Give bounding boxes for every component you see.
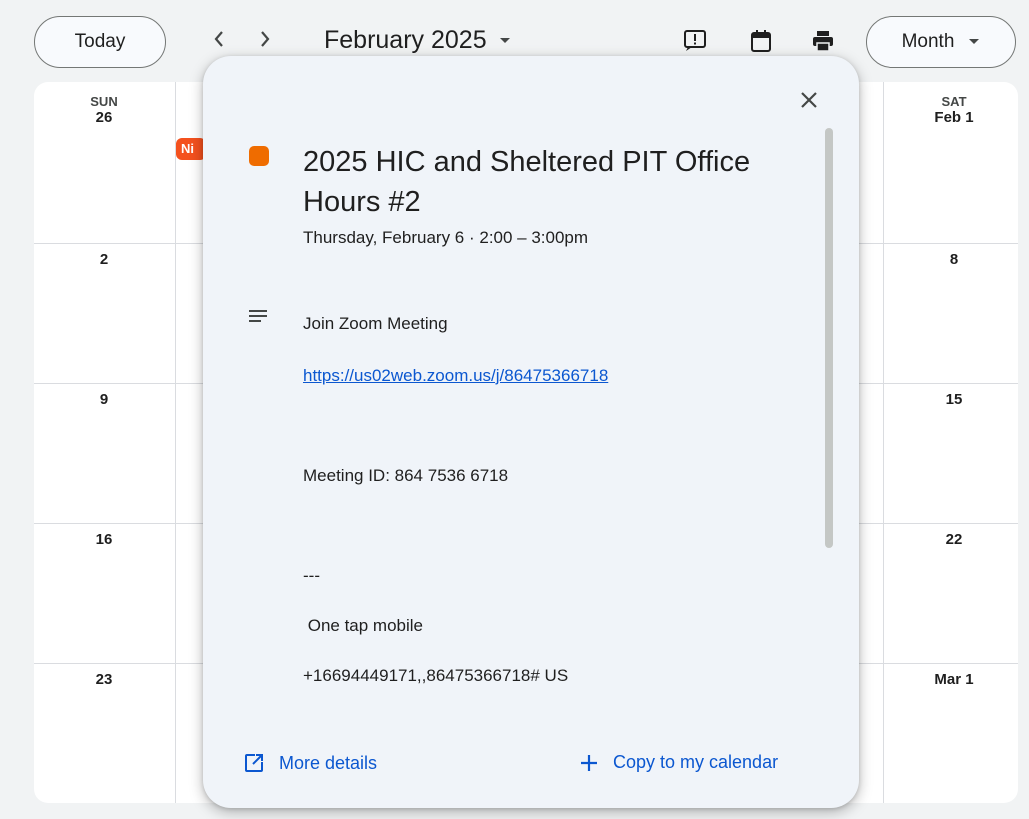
caret-down-icon — [969, 39, 980, 44]
phone-text: +16694449171,,86475366718# US — [303, 666, 569, 685]
month-title: February 2025 — [324, 26, 487, 54]
date-label[interactable]: 23 — [34, 671, 174, 688]
day-of-week-label: SUN — [90, 94, 118, 109]
date-label[interactable]: 2 — [34, 251, 174, 268]
date-label[interactable]: 16 — [34, 531, 174, 548]
calendar-icon[interactable] — [748, 28, 774, 54]
date-label[interactable]: 15 — [884, 391, 1018, 408]
day-header-saturday[interactable]: SAT Feb 1 — [884, 94, 1018, 126]
chevron-right-icon[interactable] — [258, 28, 272, 56]
close-icon[interactable] — [797, 88, 821, 112]
date-label: Feb 1 — [934, 109, 974, 126]
description-text: Join Zoom Meeting — [303, 314, 448, 333]
more-details-button[interactable]: More details — [243, 752, 377, 774]
more-details-label: More details — [279, 752, 378, 773]
date-label[interactable]: Mar 1 — [884, 671, 1018, 688]
event-chip[interactable]: Ni — [176, 138, 206, 160]
plus-icon — [581, 754, 597, 771]
feedback-icon[interactable] — [682, 28, 708, 54]
date-label: 26 — [95, 109, 113, 126]
zoom-link[interactable]: https://us02web.zoom.us/j/86475366718 — [303, 366, 608, 386]
view-selector-button[interactable]: Month — [866, 16, 1016, 68]
grid-divider — [883, 82, 884, 803]
meeting-id-text: Meeting ID: 864 7536 6718 — [303, 466, 509, 485]
day-of-week-label: SAT — [941, 94, 967, 109]
event-title: 2025 HIC and Sheltered PIT Office Hours … — [303, 146, 751, 218]
copy-to-calendar-label: Copy to my calendar — [613, 752, 779, 772]
event-time: Thursday, February 6 · 2:00 – 3:00pm — [303, 228, 589, 247]
event-detail-popup: 2025 HIC and Sheltered PIT Office Hours … — [203, 56, 859, 808]
date-label[interactable]: 9 — [34, 391, 174, 408]
notes-icon — [247, 306, 269, 328]
one-tap-text: One tap mobile — [303, 616, 424, 635]
print-icon[interactable] — [810, 28, 836, 54]
date-label[interactable]: 8 — [884, 251, 1018, 268]
view-selector-label: Month — [901, 31, 955, 52]
caret-down-icon — [499, 37, 510, 43]
chevron-left-icon[interactable] — [212, 28, 226, 56]
popup-scrollbar[interactable] — [825, 128, 833, 548]
open-in-new-icon — [245, 753, 264, 772]
month-picker[interactable]: February 2025 — [324, 26, 511, 55]
day-header-sunday[interactable]: SUN 26 — [34, 94, 174, 126]
separator-text: --- — [303, 566, 320, 585]
date-label[interactable]: 22 — [884, 531, 1018, 548]
copy-to-calendar-button[interactable]: Copy to my calendar — [579, 752, 778, 773]
event-color-indicator — [249, 146, 269, 166]
today-button[interactable]: Today — [34, 16, 166, 68]
grid-divider — [175, 82, 176, 803]
